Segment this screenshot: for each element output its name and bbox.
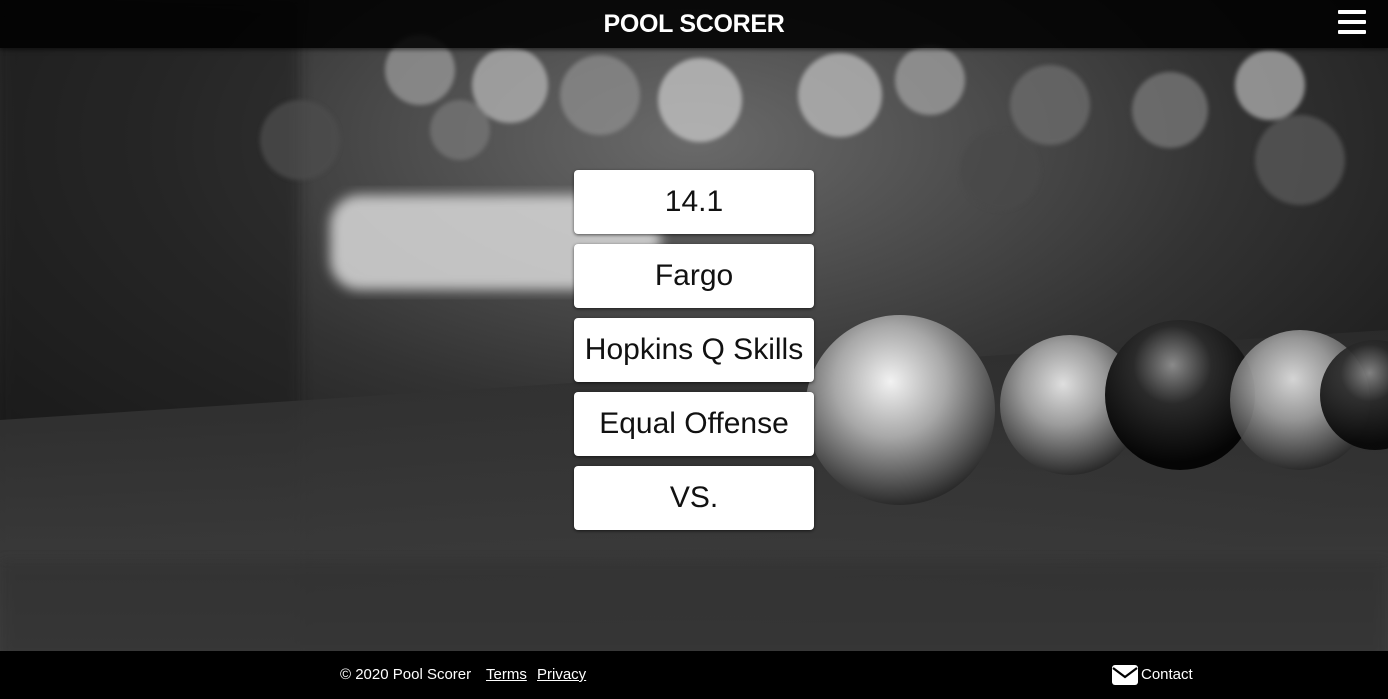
contact-label: Contact xyxy=(1141,666,1193,683)
app-title[interactable]: POOL SCORER xyxy=(0,9,1388,39)
copyright-text: © 2020 Pool Scorer xyxy=(340,666,472,683)
footer: © 2020 Pool Scorer Terms Privacy Contact xyxy=(0,651,1388,699)
menu-bar-middle xyxy=(1338,20,1366,24)
game-mode-button-equal-offense[interactable]: Equal Offense xyxy=(574,392,814,456)
game-mode-button-hopkins-q-skills[interactable]: Hopkins Q Skills xyxy=(574,318,814,382)
game-mode-menu: 14.1 Fargo Hopkins Q Skills Equal Offens… xyxy=(574,170,814,540)
hamburger-menu-icon[interactable] xyxy=(1338,10,1366,36)
menu-bar-top xyxy=(1338,10,1366,14)
top-navbar: POOL SCORER xyxy=(0,0,1388,48)
menu-bar-bottom xyxy=(1338,30,1366,34)
envelope-icon xyxy=(1112,665,1138,685)
privacy-link[interactable]: Privacy xyxy=(537,666,586,684)
game-mode-button-14-1[interactable]: 14.1 xyxy=(574,170,814,234)
game-mode-button-fargo[interactable]: Fargo xyxy=(574,244,814,308)
terms-link[interactable]: Terms xyxy=(486,666,527,684)
game-mode-button-vs[interactable]: VS. xyxy=(574,466,814,530)
page: POOL SCORER 14.1 Fargo Hopkins Q Skills … xyxy=(0,0,1388,699)
